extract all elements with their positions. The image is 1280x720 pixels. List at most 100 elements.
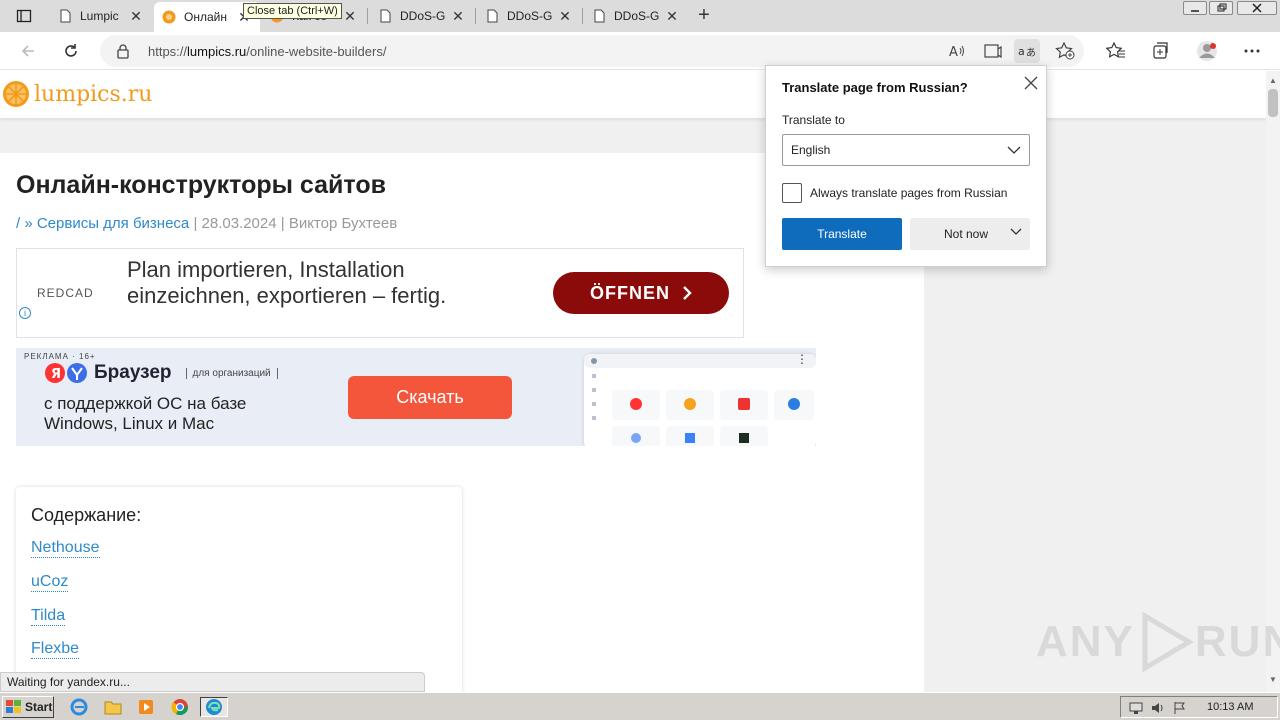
scrollbar-thumb[interactable] xyxy=(1268,89,1278,117)
toc-item-flexbe[interactable]: Flexbe xyxy=(31,640,80,659)
star-add-icon xyxy=(1055,42,1075,60)
tab-actions-button[interactable] xyxy=(6,4,42,28)
always-translate-checkbox[interactable] xyxy=(782,183,802,203)
breadcrumb-link[interactable]: / » Сервисы для бизнеса xyxy=(16,215,189,232)
site-logo[interactable]: lumpics.ru xyxy=(2,80,152,108)
add-favorite-button[interactable] xyxy=(1052,39,1078,63)
profile-button[interactable] xyxy=(1194,39,1220,63)
taskbar-explorer[interactable] xyxy=(102,697,124,717)
tray-volume-icon[interactable] xyxy=(1151,701,1165,715)
refresh-button[interactable] xyxy=(58,39,84,63)
minimize-button[interactable] xyxy=(1183,1,1207,15)
immersive-reader-button[interactable] xyxy=(980,39,1006,63)
tab-title: Онлайн xyxy=(184,10,227,24)
tab-title: DDoS-G xyxy=(614,9,660,23)
site-header: lumpics.ru xyxy=(0,71,1266,118)
translate-button[interactable]: Translate xyxy=(782,218,902,250)
tray-network-icon[interactable] xyxy=(1129,701,1143,715)
translate-button[interactable]: aあ xyxy=(1014,39,1040,63)
folder-icon xyxy=(104,701,122,715)
yandex-download-button[interactable]: Скачать xyxy=(348,376,512,419)
close-tab-icon[interactable]: ✕ xyxy=(450,8,466,25)
profile-avatar-icon xyxy=(1197,41,1217,61)
vertical-scrollbar[interactable]: ▲ ▼ xyxy=(1266,71,1280,692)
restore-button[interactable] xyxy=(1209,1,1233,15)
yandex-browser-ad-banner[interactable]: РЕКЛАМА · 16+ Я Браузер для организаций … xyxy=(16,348,816,446)
chrome-icon xyxy=(171,699,189,716)
url-text[interactable]: https://lumpics.ru/online-website-builde… xyxy=(148,44,386,59)
start-label: Start xyxy=(25,700,53,714)
url-prefix: https:// xyxy=(148,44,188,59)
tab-lumpics[interactable]: Lumpic ✕ xyxy=(50,2,152,30)
back-arrow-icon xyxy=(21,45,34,57)
chevron-down-icon xyxy=(1007,146,1021,154)
scroll-up-arrow-icon[interactable]: ▲ xyxy=(1269,76,1277,85)
redcad-ad-banner[interactable]: REDCAD Plan importieren, Installation ei… xyxy=(16,248,744,338)
lock-icon[interactable] xyxy=(116,43,130,59)
tray-clock[interactable]: 10:13 AM xyxy=(1207,701,1253,713)
page-title: Онлайн-конструкторы сайтов xyxy=(16,171,386,199)
close-window-button[interactable] xyxy=(1237,1,1277,15)
taskbar-media[interactable] xyxy=(135,697,157,717)
taskbar-edge[interactable] xyxy=(200,697,228,717)
close-tab-icon[interactable]: ✕ xyxy=(342,8,358,25)
tab-ddos-3[interactable]: DDoS-G ✕ xyxy=(584,2,688,30)
read-aloud-button[interactable]: A xyxy=(944,39,970,63)
ad-options-icon[interactable]: ⋮ xyxy=(796,352,808,366)
translate-popup-title: Translate page from Russian? xyxy=(782,80,968,95)
tab-title: Lumpic xyxy=(80,9,119,23)
close-icon xyxy=(1024,76,1038,90)
not-now-button[interactable]: Not now xyxy=(910,218,1030,250)
tab-separator xyxy=(475,8,476,24)
immersive-reader-icon xyxy=(984,44,1002,59)
chevron-down-icon[interactable] xyxy=(1010,228,1022,236)
watermark-right: RUN xyxy=(1194,617,1280,666)
close-tab-icon[interactable]: ✕ xyxy=(128,8,144,25)
address-bar[interactable]: https://lumpics.ru/online-website-builde… xyxy=(100,35,1084,67)
new-tab-button[interactable]: + xyxy=(692,4,716,28)
web-page: lumpics.ru Онлайн-конструкторы сайтов / … xyxy=(0,71,1266,692)
close-icon xyxy=(1252,3,1262,13)
tray-flag-icon[interactable] xyxy=(1173,701,1187,715)
start-button[interactable]: Start xyxy=(2,696,54,718)
tab-ddos-2[interactable]: DDoS-G ✕ xyxy=(477,2,581,30)
not-now-label: Not now xyxy=(944,227,989,241)
favorites-button[interactable] xyxy=(1103,39,1129,63)
article-meta: / » Сервисы для бизнеса | 28.03.2024 | В… xyxy=(16,215,397,232)
yandex-brand-name: Браузер xyxy=(94,362,172,383)
tab-separator xyxy=(367,8,368,24)
svg-text:あ: あ xyxy=(1026,47,1036,59)
selected-language: English xyxy=(791,143,831,157)
taskbar-chrome[interactable] xyxy=(169,697,191,717)
settings-more-button[interactable] xyxy=(1239,39,1265,63)
tab-separator xyxy=(582,8,583,24)
internet-explorer-icon xyxy=(70,698,88,716)
taskbar-ie[interactable] xyxy=(68,697,90,717)
back-button[interactable] xyxy=(15,39,41,63)
read-aloud-icon: A xyxy=(949,45,964,59)
media-player-icon xyxy=(139,700,153,714)
close-tab-icon[interactable]: ✕ xyxy=(557,8,573,25)
ad-open-button[interactable]: ÖFFNEN xyxy=(553,272,729,314)
browser-mockup-graphic xyxy=(584,354,816,446)
tab-ddos-1[interactable]: DDoS-G ✕ xyxy=(370,2,474,30)
restore-icon xyxy=(1217,3,1227,12)
ad-info-icon[interactable]: i xyxy=(19,307,31,319)
toc-item-tilda[interactable]: Tilda xyxy=(31,607,66,626)
yandex-ad-copy: с поддержкой ОС на базе Windows, Linux и… xyxy=(44,394,246,434)
toc-item-nethouse[interactable]: Nethouse xyxy=(31,539,100,558)
tab-title: DDoS-G xyxy=(400,9,446,23)
close-tab-icon[interactable]: ✕ xyxy=(664,8,680,25)
toc-item-ucoz[interactable]: uCoz xyxy=(31,573,69,592)
target-language-select[interactable]: English xyxy=(782,134,1030,166)
page-icon xyxy=(60,9,71,23)
page-icon xyxy=(487,9,498,23)
translate-close-button[interactable] xyxy=(1022,74,1040,92)
favorites-icon xyxy=(1106,42,1125,58)
ad-brand: REDCAD xyxy=(37,286,94,300)
close-tab-tooltip: Close tab (Ctrl+W) xyxy=(243,3,342,19)
toc-heading: Содержание: xyxy=(31,505,142,525)
scroll-down-arrow-icon[interactable]: ▼ xyxy=(1269,675,1277,684)
url-domain: lumpics.ru xyxy=(187,44,247,59)
collections-button[interactable] xyxy=(1147,39,1173,63)
